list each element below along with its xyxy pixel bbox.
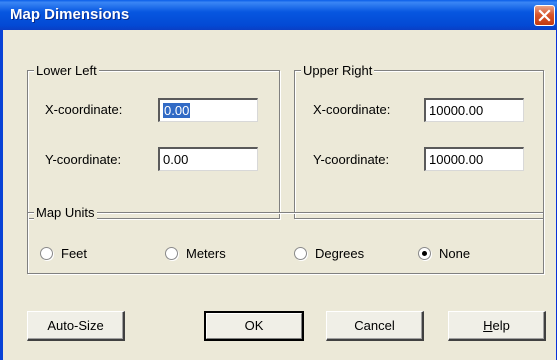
help-button-label: Help <box>483 318 510 333</box>
radio-meters-label: Meters <box>186 246 226 261</box>
upper-right-y-label: Y-coordinate: <box>313 152 390 167</box>
lower-left-y-input[interactable]: 0.00 <box>158 147 258 171</box>
help-button[interactable]: Help <box>448 311 546 341</box>
lower-left-x-input[interactable]: 0.00 <box>158 98 258 122</box>
upper-right-y-input[interactable]: 10000.00 <box>424 147 524 171</box>
radio-icon <box>294 247 307 260</box>
upper-right-group-label: Upper Right <box>301 63 375 78</box>
radio-degrees-label: Degrees <box>315 246 365 261</box>
auto-size-button-label: Auto-Size <box>47 318 104 333</box>
help-mnemonic: H <box>483 318 493 333</box>
ok-button[interactable]: OK <box>204 311 304 341</box>
radio-feet-label: Feet <box>61 246 88 261</box>
close-icon <box>538 9 551 22</box>
lower-left-group-label: Lower Left <box>34 63 99 78</box>
lower-left-x-value: 0.00 <box>163 103 191 118</box>
lower-left-group: Lower Left X-coordinate: 0.00 Y-coordina… <box>27 63 280 219</box>
lower-left-x-label: X-coordinate: <box>45 102 123 117</box>
lower-left-y-label: Y-coordinate: <box>45 152 122 167</box>
map-units-group: Map Units Feet Meters Degrees None <box>27 205 544 274</box>
cancel-button-label: Cancel <box>354 318 395 333</box>
title-bar[interactable]: Map Dimensions <box>0 0 557 30</box>
dialog-body: Lower Left X-coordinate: 0.00 Y-coordina… <box>0 30 556 360</box>
close-button[interactable] <box>534 5 555 26</box>
radio-icon <box>40 247 53 260</box>
radio-none-label: None <box>439 246 471 261</box>
upper-right-x-label: X-coordinate: <box>313 102 391 117</box>
auto-size-button[interactable]: Auto-Size <box>27 311 125 341</box>
lower-left-y-value: 0.00 <box>163 152 189 167</box>
ok-button-label: OK <box>244 318 264 333</box>
upper-right-x-value: 10000.00 <box>429 103 484 118</box>
window-title: Map Dimensions <box>10 6 130 23</box>
upper-right-group: Upper Right X-coordinate: 10000.00 Y-coo… <box>294 63 544 219</box>
map-units-group-label: Map Units <box>34 205 97 220</box>
radio-icon <box>418 247 431 260</box>
help-rest: elp <box>492 318 510 333</box>
radio-icon <box>165 247 178 260</box>
upper-right-x-input[interactable]: 10000.00 <box>424 98 524 122</box>
upper-right-y-value: 10000.00 <box>429 152 484 167</box>
cancel-button[interactable]: Cancel <box>326 311 424 341</box>
map-dimensions-dialog: Map Dimensions Lower Left X-coordinate: … <box>0 0 557 360</box>
